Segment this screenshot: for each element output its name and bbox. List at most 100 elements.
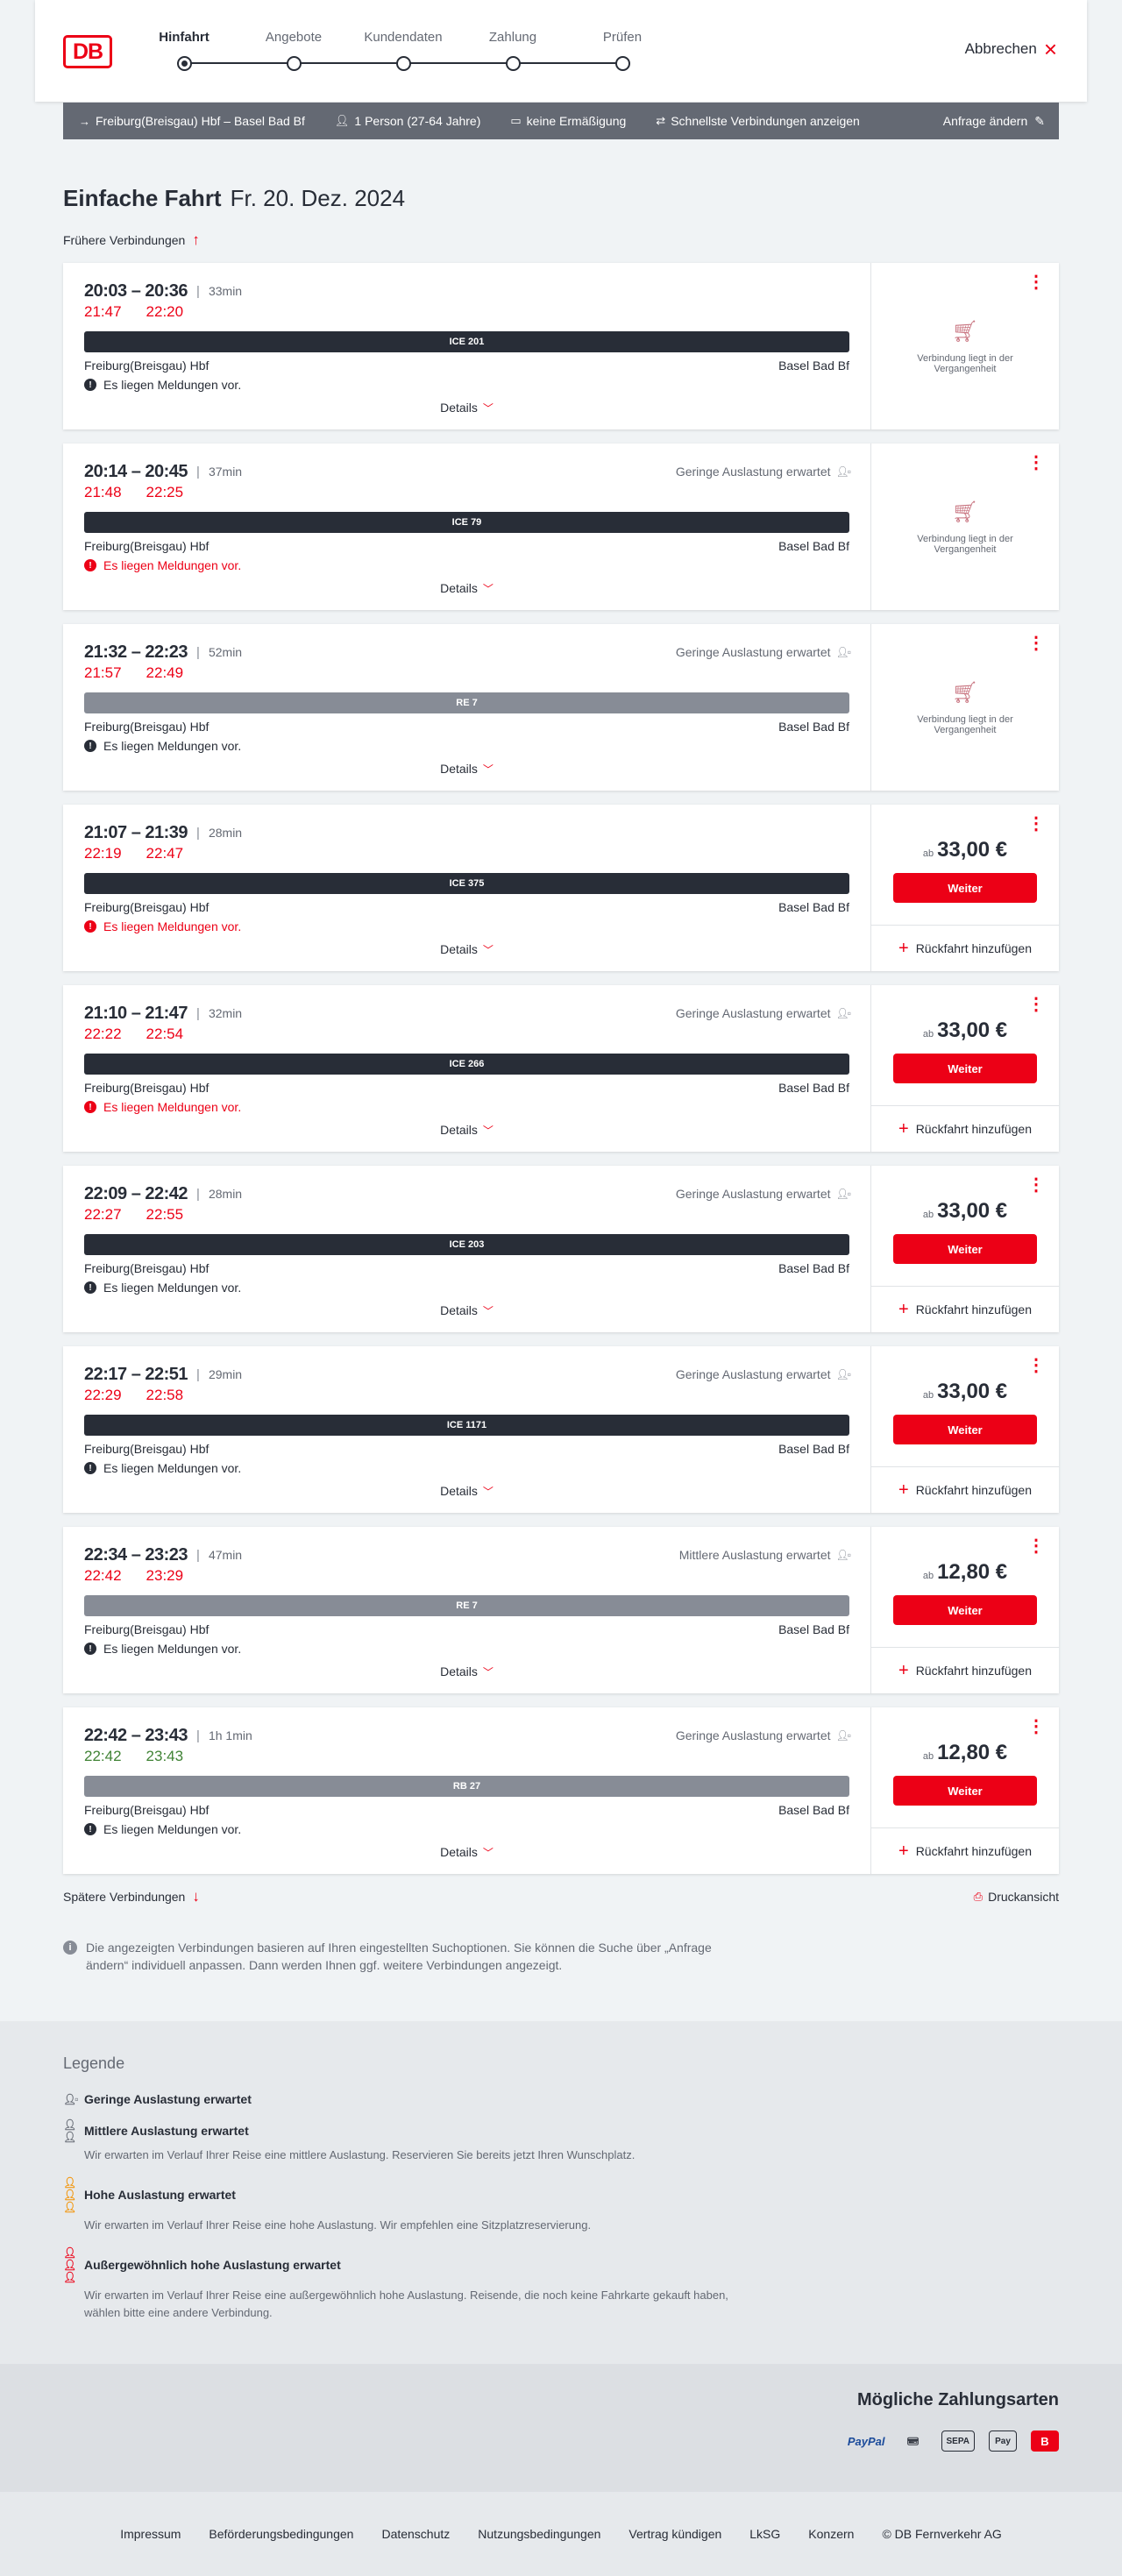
- chevron-down-icon: ﹀: [482, 1666, 494, 1678]
- more-options-icon[interactable]: ⋮: [1027, 996, 1045, 1013]
- connection-main[interactable]: 22:09 – 22:42 | 28min Geringe Auslastung…: [63, 1166, 871, 1332]
- train-bar[interactable]: ICE 1171: [84, 1415, 849, 1436]
- details-toggle[interactable]: Details ﹀: [63, 1845, 870, 1860]
- train-bar[interactable]: RE 7: [84, 692, 849, 713]
- db-logo[interactable]: DB: [63, 35, 112, 68]
- destination-station: Basel Bad Bf: [778, 1442, 849, 1456]
- details-toggle[interactable]: Details ﹀: [63, 1123, 870, 1138]
- footer-link[interactable]: Datenschutz: [381, 2527, 450, 2541]
- train-bar[interactable]: ICE 203: [84, 1234, 849, 1255]
- notice[interactable]: ! Es liegen Meldungen vor.: [84, 1100, 849, 1114]
- more-options-icon[interactable]: ⋮: [1027, 1176, 1045, 1194]
- connection-main[interactable]: 20:03 – 20:36 | 33min 21:47 22:20 ICE 20…: [63, 263, 871, 429]
- legend-desc: Wir erwarten im Verlauf Ihrer Reise eine…: [84, 2218, 592, 2232]
- query-route[interactable]: → Freiburg(Breisgau) Hbf – Basel Bad Bf: [79, 114, 305, 128]
- alert-icon: !: [84, 1462, 96, 1474]
- connection-main[interactable]: 22:42 – 23:43 | 1h 1min Geringe Auslastu…: [63, 1707, 871, 1874]
- footer-link[interactable]: LkSG: [749, 2527, 780, 2541]
- cart-icon: 🛒︎: [951, 680, 979, 705]
- add-return-button[interactable]: + Rückfahrt hinzufügen: [871, 1467, 1059, 1513]
- connection-card: 21:07 – 21:39 | 28min 22:19 22:47 ICE 37…: [63, 805, 1059, 971]
- more-options-icon[interactable]: ⋮: [1027, 454, 1045, 472]
- add-return-button[interactable]: + Rückfahrt hinzufügen: [871, 1828, 1059, 1874]
- cancel-button[interactable]: Abbrechen ×: [964, 38, 1057, 60]
- details-toggle[interactable]: Details ﹀: [63, 401, 870, 415]
- footer-link[interactable]: Impressum: [120, 2527, 181, 2541]
- footer-link[interactable]: Beförderungsbedingungen: [209, 2527, 353, 2541]
- details-toggle[interactable]: Details ﹀: [63, 1303, 870, 1318]
- add-return-button[interactable]: + Rückfahrt hinzufügen: [871, 1648, 1059, 1693]
- chevron-down-icon: ﹀: [482, 944, 494, 956]
- continue-button[interactable]: Weiter: [893, 1415, 1037, 1444]
- add-return-label: Rückfahrt hinzufügen: [915, 1483, 1032, 1497]
- more-options-icon[interactable]: ⋮: [1027, 1357, 1045, 1374]
- scheduled-times: 22:09 – 22:42: [84, 1183, 188, 1203]
- occupancy-icon: 👤︎▫: [63, 2093, 79, 2105]
- footer-link[interactable]: Vertrag kündigen: [628, 2527, 721, 2541]
- change-query-button[interactable]: Anfrage ändern ✎: [943, 114, 1045, 129]
- connection-main[interactable]: 21:32 – 22:23 | 52min Geringe Auslastung…: [63, 624, 871, 791]
- earlier-connections-link[interactable]: Frühere Verbindungen ↑: [63, 231, 1059, 249]
- connection-card: 22:17 – 22:51 | 29min Geringe Auslastung…: [63, 1346, 1059, 1513]
- notice[interactable]: ! Es liegen Meldungen vor.: [84, 1281, 849, 1295]
- notice[interactable]: ! Es liegen Meldungen vor.: [84, 378, 849, 392]
- more-options-icon[interactable]: ⋮: [1027, 273, 1045, 291]
- more-options-icon[interactable]: ⋮: [1027, 1537, 1045, 1555]
- connection-main[interactable]: 22:34 – 23:23 | 47min Mittlere Auslastun…: [63, 1527, 871, 1693]
- details-toggle[interactable]: Details ﹀: [63, 1664, 870, 1679]
- details-toggle[interactable]: Details ﹀: [63, 762, 870, 777]
- chevron-down-icon: ﹀: [482, 1486, 494, 1498]
- connection-main[interactable]: 22:17 – 22:51 | 29min Geringe Auslastung…: [63, 1346, 871, 1513]
- payment-methods: Mögliche Zahlungsarten PayPal 💳︎ SEPA Pa…: [0, 2364, 1122, 2492]
- occupancy-indicator: Geringe Auslastung erwartet 👤︎▫: [676, 1367, 851, 1381]
- continue-button[interactable]: Weiter: [893, 1595, 1037, 1625]
- connection-main[interactable]: 21:10 – 21:47 | 32min Geringe Auslastung…: [63, 985, 871, 1152]
- train-bar[interactable]: RE 7: [84, 1595, 849, 1616]
- print-view-link[interactable]: ⎙ Druckansicht: [974, 1888, 1059, 1905]
- notice[interactable]: ! Es liegen Meldungen vor.: [84, 919, 849, 933]
- legend-desc: Wir erwarten im Verlauf Ihrer Reise eine…: [84, 2289, 728, 2319]
- continue-button[interactable]: Weiter: [893, 1054, 1037, 1083]
- notice[interactable]: ! Es liegen Meldungen vor.: [84, 558, 849, 572]
- train-bar[interactable]: ICE 79: [84, 512, 849, 533]
- add-return-label: Rückfahrt hinzufügen: [915, 941, 1032, 955]
- train-bar[interactable]: ICE 266: [84, 1054, 849, 1075]
- legend-items: 👤︎▫ Geringe Auslastung erwartet 👤︎👤︎ Mit…: [63, 2092, 1059, 2322]
- notice[interactable]: ! Es liegen Meldungen vor.: [84, 739, 849, 753]
- more-options-icon[interactable]: ⋮: [1027, 815, 1045, 833]
- query-passengers[interactable]: 👤︎ 1 Person (27-64 Jahre): [335, 114, 480, 128]
- footer-link[interactable]: Nutzungsbedingungen: [478, 2527, 600, 2541]
- step-label: Prüfen: [602, 30, 643, 45]
- add-return-button[interactable]: + Rückfahrt hinzufügen: [871, 1106, 1059, 1152]
- connection-main[interactable]: 21:07 – 21:39 | 28min 22:19 22:47 ICE 37…: [63, 805, 871, 971]
- more-options-icon[interactable]: ⋮: [1027, 1718, 1045, 1735]
- connection-card: 22:09 – 22:42 | 28min Geringe Auslastung…: [63, 1166, 1059, 1332]
- notice[interactable]: ! Es liegen Meldungen vor.: [84, 1822, 849, 1836]
- alert-icon: !: [84, 740, 96, 752]
- cancel-label: Abbrechen: [964, 40, 1037, 57]
- details-toggle[interactable]: Details ﹀: [63, 581, 870, 596]
- continue-button[interactable]: Weiter: [893, 873, 1037, 903]
- cart-icon: 🛒︎: [951, 500, 979, 524]
- more-options-icon[interactable]: ⋮: [1027, 635, 1045, 652]
- details-toggle[interactable]: Details ﹀: [63, 942, 870, 957]
- train-bar[interactable]: ICE 375: [84, 873, 849, 894]
- notice[interactable]: ! Es liegen Meldungen vor.: [84, 1642, 849, 1656]
- query-fastest[interactable]: ⇄ Schnellste Verbindungen anzeigen: [656, 114, 860, 128]
- notice[interactable]: ! Es liegen Meldungen vor.: [84, 1461, 849, 1475]
- query-discount[interactable]: ▭ keine Ermäßigung: [510, 114, 626, 128]
- details-toggle[interactable]: Details ﹀: [63, 1484, 870, 1499]
- add-return-button[interactable]: + Rückfahrt hinzufügen: [871, 926, 1059, 971]
- plus-icon: +: [898, 1480, 909, 1500]
- continue-button[interactable]: Weiter: [893, 1234, 1037, 1264]
- connection-main[interactable]: 20:14 – 20:45 | 37min Geringe Auslastung…: [63, 444, 871, 610]
- continue-button[interactable]: Weiter: [893, 1776, 1037, 1806]
- train-bar[interactable]: RB 27: [84, 1776, 849, 1797]
- realtime-departure: 22:19: [84, 845, 122, 862]
- footer-link[interactable]: Konzern: [808, 2527, 854, 2541]
- later-connections-link[interactable]: Spätere Verbindungen ↓: [63, 1888, 200, 1905]
- add-return-button[interactable]: + Rückfahrt hinzufügen: [871, 1287, 1059, 1332]
- times-row: 21:10 – 21:47 | 32min Geringe Auslastung…: [84, 1003, 851, 1024]
- train-bar[interactable]: ICE 201: [84, 331, 849, 352]
- connection-card: 22:34 – 23:23 | 47min Mittlere Auslastun…: [63, 1527, 1059, 1693]
